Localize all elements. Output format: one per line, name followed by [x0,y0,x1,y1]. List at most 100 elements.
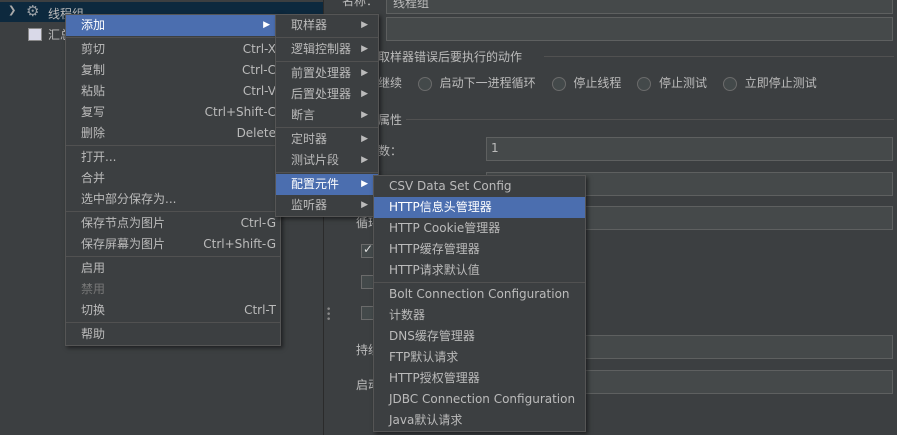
add-submenu-item-12[interactable]: 监听器 ▶ [276,195,378,216]
radio-next-loop[interactable] [417,76,432,91]
context-menu-item-8[interactable]: 打开... [66,147,280,168]
config-submenu-item-8[interactable]: DNS缓存管理器 [374,326,585,347]
duration-input[interactable] [584,335,893,359]
config-submenu-item-6[interactable]: Bolt Connection Configuration [374,284,585,305]
add-submenu-item-4[interactable]: 前置处理器 ▶ [276,63,378,84]
context-menu-item-label: 合并 [81,171,106,185]
checkmark-icon: ✓ [363,242,374,256]
submenu-arrow-icon: ▶ [263,20,270,30]
context-menu-item-19[interactable]: 帮助 [66,324,280,345]
context-menu-item-4[interactable]: 粘贴 Ctrl-V [66,81,280,102]
context-menu-item-6[interactable]: 删除 Delete [66,123,280,144]
config-submenu-item-1[interactable]: HTTP信息头管理器 [374,197,585,218]
config-submenu-item-label: Java默认请求 [389,413,463,427]
submenu-arrow-icon: ▶ [361,110,368,120]
threads-input-value: 1 [491,141,499,155]
threads-label: 数： [378,144,403,158]
context-menu-item-5[interactable]: 复写 Ctrl+Shift-C [66,102,280,123]
config-submenu-item-12[interactable]: Java默认请求 [374,410,585,431]
config-submenu-item-10[interactable]: HTTP授权管理器 [374,368,585,389]
config-submenu-item-label: CSV Data Set Config [389,179,512,193]
add-submenu-item-6[interactable]: 断言 ▶ [276,105,378,126]
context-menu-item-label: 禁用 [81,282,106,296]
config-submenu-item-label: HTTP请求默认值 [389,263,480,277]
shortcut-label: Ctrl+Shift-C [204,105,276,119]
add-submenu-item-label: 断言 [291,108,316,122]
shortcut-label: Delete [236,126,276,140]
error-action-stop-thread[interactable]: 停止线程 [573,76,621,90]
chart-icon [28,28,42,41]
context-menu-item-13[interactable]: 保存屏幕为图片 Ctrl+Shift-G [66,234,280,255]
menu-separator [66,256,280,257]
config-submenu-item-2[interactable]: HTTP Cookie管理器 [374,218,585,239]
add-submenu-item-11[interactable]: 配置元件 ▶ [276,174,378,195]
context-menu-item-10[interactable]: 选中部分保存为... [66,189,280,210]
section-divider [544,56,894,57]
chevron-right-icon[interactable]: ❯ [8,5,16,16]
add-submenu-item-8[interactable]: 定时器 ▶ [276,129,378,150]
context-menu-item-3[interactable]: 复制 Ctrl-C [66,60,280,81]
section-divider [406,119,894,120]
properties-section-title: 属性 [378,113,403,127]
submenu-arrow-icon: ▶ [361,200,368,210]
context-menu-item-label: 打开... [81,150,117,164]
config-submenu-item-3[interactable]: HTTP缓存管理器 [374,239,585,260]
error-action-group: 继续 启动下一进程循环 停止线程 停止测试 立即停止测试 [378,74,817,91]
threads-input[interactable]: 1 [486,137,893,161]
error-action-stop-test-now[interactable]: 立即停止测试 [745,76,817,90]
loop-input[interactable] [584,206,893,230]
comment-input[interactable] [386,17,893,41]
startup-delay-input[interactable] [584,370,893,394]
config-submenu-item-0[interactable]: CSV Data Set Config [374,176,585,197]
context-menu-item-17[interactable]: 切换 Ctrl-T [66,300,280,321]
error-action-stop-test[interactable]: 停止测试 [659,76,707,90]
context-menu-item-15[interactable]: 启用 [66,258,280,279]
add-submenu-item-label: 监听器 [291,198,328,212]
name-input[interactable]: 线程组 [386,0,893,14]
radio-stop-test-now[interactable] [722,76,737,91]
context-menu-item-label: 启用 [81,261,106,275]
config-submenu-item-4[interactable]: HTTP请求默认值 [374,260,585,281]
add-submenu-item-label: 逻辑控制器 [291,42,352,56]
add-submenu-item-2[interactable]: 逻辑控制器 ▶ [276,39,378,60]
gear-icon: ⚙ [26,2,40,20]
menu-separator [276,127,378,128]
error-action-next-loop[interactable]: 启动下一进程循环 [440,76,536,90]
shortcut-label: Ctrl-G [240,216,276,230]
submenu-arrow-icon: ▶ [361,68,368,78]
add-submenu-item-label: 后置处理器 [291,87,352,101]
config-submenu-item-7[interactable]: 计数器 [374,305,585,326]
context-menu-item-label: 切换 [81,303,106,317]
submenu-arrow-icon: ▶ [361,155,368,165]
config-submenu-item-label: 计数器 [389,308,426,322]
add-submenu-item-label: 取样器 [291,18,328,32]
context-menu-item-0[interactable]: 添加 ▶ [66,15,280,36]
config-submenu-item-9[interactable]: FTP默认请求 [374,347,585,368]
context-menu: 添加 ▶ 剪切 Ctrl-X 复制 Ctrl-C 粘贴 Ctrl-V 复写 Ctrl+Shift-… [65,14,281,346]
add-submenu-item-5[interactable]: 后置处理器 ▶ [276,84,378,105]
context-menu-item-label: 复写 [81,105,106,119]
context-menu-item-label: 剪切 [81,42,106,56]
config-submenu-item-label: JDBC Connection Configuration [389,392,576,406]
error-action-continue[interactable]: 继续 [378,76,402,90]
submenu-arrow-icon: ▶ [361,20,368,30]
config-element-submenu: CSV Data Set Config HTTP信息头管理器 HTTP Cookie… [373,175,586,432]
shortcut-label: Ctrl-C [241,63,276,77]
menu-separator [66,322,280,323]
add-submenu-item-0[interactable]: 取样器 ▶ [276,15,378,36]
add-submenu: 取样器 ▶ 逻辑控制器 ▶ 前置处理器 ▶ 后置处理器 ▶ 断言 ▶ 定时器 ▶ 测试片段 ▶ 配置元件 ▶ 监… [275,14,379,217]
context-menu-item-16: 禁用 [66,279,280,300]
context-menu-item-12[interactable]: 保存节点为图片 Ctrl-G [66,213,280,234]
context-menu-item-9[interactable]: 合并 [66,168,280,189]
context-menu-item-label: 帮助 [81,327,106,341]
radio-stop-thread[interactable] [551,76,566,91]
add-submenu-item-label: 定时器 [291,132,328,146]
config-submenu-item-label: HTTP授权管理器 [389,371,480,385]
add-submenu-item-9[interactable]: 测试片段 ▶ [276,150,378,171]
submenu-arrow-icon: ▶ [361,89,368,99]
splitter-grip-icon[interactable]: • • • [326,306,331,325]
config-submenu-item-11[interactable]: JDBC Connection Configuration [374,389,585,410]
context-menu-item-2[interactable]: 剪切 Ctrl-X [66,39,280,60]
config-submenu-item-label: FTP默认请求 [389,350,459,364]
radio-stop-test[interactable] [637,76,652,91]
